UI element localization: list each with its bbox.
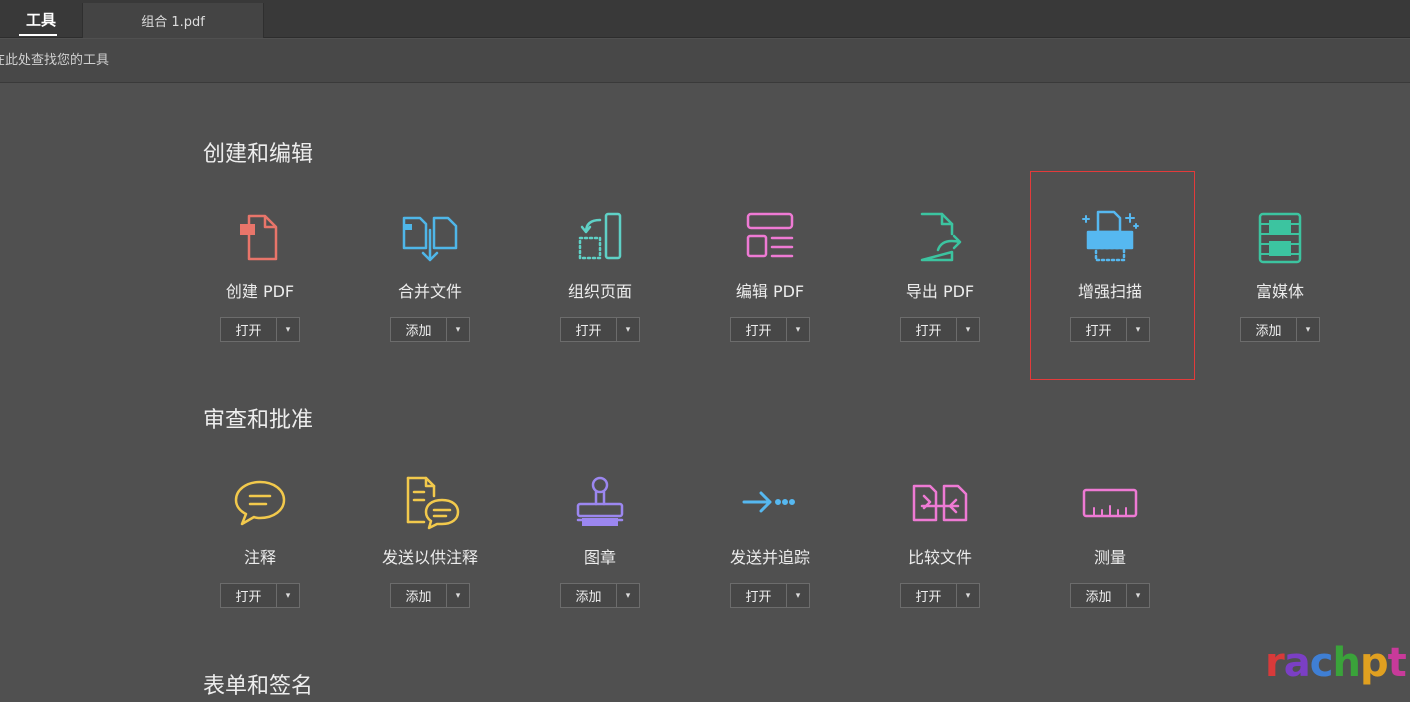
active-tab-underline [19,34,57,36]
chevron-down-icon[interactable]: ▾ [447,584,469,607]
tool-card-send-for-comments: 发送以供注释 添加 ▾ [345,474,515,614]
tool-card-stamp: 图章 添加 ▾ [515,474,685,614]
tool-action-label[interactable]: 打开 [1071,318,1127,341]
tool-card-rich-media: 富媒体 添加 ▾ [1195,208,1365,348]
tool-action-button[interactable]: 添加 ▾ [1070,583,1150,608]
tool-action-button[interactable]: 打开 ▾ [560,317,640,342]
tool-action-button[interactable]: 添加 ▾ [390,583,470,608]
tab-document-label: 组合 1.pdf [141,15,205,30]
tool-search-input[interactable] [0,49,392,71]
tool-action-label[interactable]: 打开 [561,318,617,341]
chevron-down-icon[interactable]: ▾ [957,584,979,607]
tool-action-button[interactable]: 添加 ▾ [560,583,640,608]
tool-label: 注释 [243,548,276,567]
tool-label: 增强扫描 [1077,282,1142,301]
tool-action-label[interactable]: 添加 [1071,584,1127,607]
tool-action-label[interactable]: 打开 [221,318,277,341]
tool-label: 组织页面 [567,282,632,301]
chevron-down-icon[interactable]: ▾ [957,318,979,341]
tool-label: 编辑 PDF [735,282,805,301]
watermark-letter: h [1332,640,1361,686]
tool-card-compare-files: 比较文件 打开 ▾ [855,474,1025,614]
chevron-down-icon[interactable]: ▾ [617,318,639,341]
watermark-letter: r [1265,640,1285,686]
tool-card-combine-files: 合并文件 添加 ▾ [345,208,515,348]
tool-label: 测量 [1093,548,1126,567]
organize-pages-icon[interactable] [570,208,630,268]
tool-action-label[interactable]: 打开 [221,584,277,607]
tool-search-bar [0,39,1410,83]
tool-label: 比较文件 [907,548,972,567]
tool-card-enhance-scan: 增强扫描 打开 ▾ [1025,208,1195,348]
tool-action-label[interactable]: 打开 [731,584,787,607]
tool-action-button[interactable]: 打开 ▾ [730,583,810,608]
tool-card-create-pdf: 创建 PDF 打开 ▾ [175,208,345,348]
watermark-letter: c [1309,640,1334,686]
send-and-track-icon[interactable] [740,474,800,534]
tab-document[interactable]: 组合 1.pdf [82,3,264,38]
send-for-comments-icon[interactable] [400,474,460,534]
create-pdf-icon[interactable] [230,208,290,268]
section-title-forms-signatures: 表单和签名 [203,674,314,699]
tool-action-label[interactable]: 打开 [901,318,957,341]
tool-card-comment: 注释 打开 ▾ [175,474,345,614]
enhance-scan-icon[interactable] [1080,208,1140,268]
watermark-letter: t [1387,640,1407,686]
rich-media-icon[interactable] [1250,208,1310,268]
chevron-down-icon[interactable]: ▾ [787,318,809,341]
tool-action-button[interactable]: 添加 ▾ [390,317,470,342]
tool-card-send-and-track: 发送并追踪 打开 ▾ [685,474,855,614]
chevron-down-icon[interactable]: ▾ [447,318,469,341]
tool-card-export-pdf: 导出 PDF 打开 ▾ [855,208,1025,348]
chevron-down-icon[interactable]: ▾ [1297,318,1319,341]
tab-tools-label: 工具 [25,10,56,29]
tool-action-button[interactable]: 打开 ▾ [730,317,810,342]
measure-icon[interactable] [1080,474,1140,534]
chevron-down-icon[interactable]: ▾ [277,318,299,341]
tool-action-label[interactable]: 打开 [731,318,787,341]
tool-action-label[interactable]: 添加 [1241,318,1297,341]
edit-pdf-icon[interactable] [740,208,800,268]
tool-card-measure: 测量 添加 ▾ [1025,474,1195,614]
tool-label: 合并文件 [397,282,462,301]
tool-card-edit-pdf: 编辑 PDF 打开 ▾ [685,208,855,348]
tool-label: 发送以供注释 [381,548,478,567]
tool-label: 创建 PDF [225,282,295,301]
compare-files-icon[interactable] [910,474,970,534]
chevron-down-icon[interactable]: ▾ [1127,318,1149,341]
tab-bar: 工具 组合 1.pdf [0,0,1410,38]
section-title-review-approve: 审查和批准 [203,408,314,433]
combine-files-icon[interactable] [400,208,460,268]
watermark-letter: p [1359,640,1389,686]
stamp-icon[interactable] [570,474,630,534]
export-pdf-icon[interactable] [910,208,970,268]
tool-label: 发送并追踪 [729,548,810,567]
tool-label: 导出 PDF [905,282,975,301]
tool-action-button[interactable]: 打开 ▾ [220,583,300,608]
tab-tools[interactable]: 工具 [0,0,82,38]
chevron-down-icon[interactable]: ▾ [1127,584,1149,607]
chevron-down-icon[interactable]: ▾ [787,584,809,607]
watermark-logo: rachpt [1265,640,1407,686]
tool-action-button[interactable]: 添加 ▾ [1240,317,1320,342]
tool-action-label[interactable]: 添加 [561,584,617,607]
tool-action-label[interactable]: 添加 [391,318,447,341]
tool-label: 富媒体 [1255,282,1304,301]
tool-card-organize-pages: 组织页面 打开 ▾ [515,208,685,348]
watermark-letter: a [1283,640,1311,686]
chevron-down-icon[interactable]: ▾ [277,584,299,607]
tool-action-label[interactable]: 打开 [901,584,957,607]
section-title-create-edit: 创建和编辑 [203,142,314,167]
tool-action-button[interactable]: 打开 ▾ [900,317,980,342]
tool-action-button[interactable]: 打开 ▾ [220,317,300,342]
tool-action-label[interactable]: 添加 [391,584,447,607]
comment-icon[interactable] [230,474,290,534]
chevron-down-icon[interactable]: ▾ [617,584,639,607]
tool-action-button[interactable]: 打开 ▾ [900,583,980,608]
tool-action-button[interactable]: 打开 ▾ [1070,317,1150,342]
tool-label: 图章 [583,548,616,567]
